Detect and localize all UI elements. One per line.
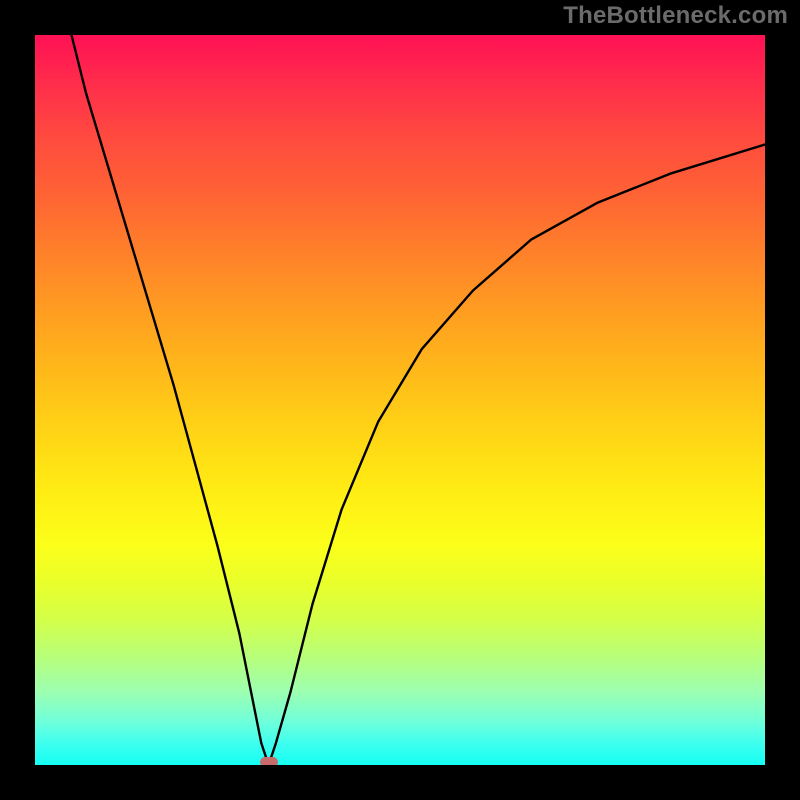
vertex-marker	[260, 757, 278, 765]
curve-svg	[35, 35, 765, 765]
plot-area	[35, 35, 765, 765]
chart-frame: TheBottleneck.com	[0, 0, 800, 800]
watermark-text: TheBottleneck.com	[563, 2, 788, 30]
curve-path	[72, 35, 766, 765]
